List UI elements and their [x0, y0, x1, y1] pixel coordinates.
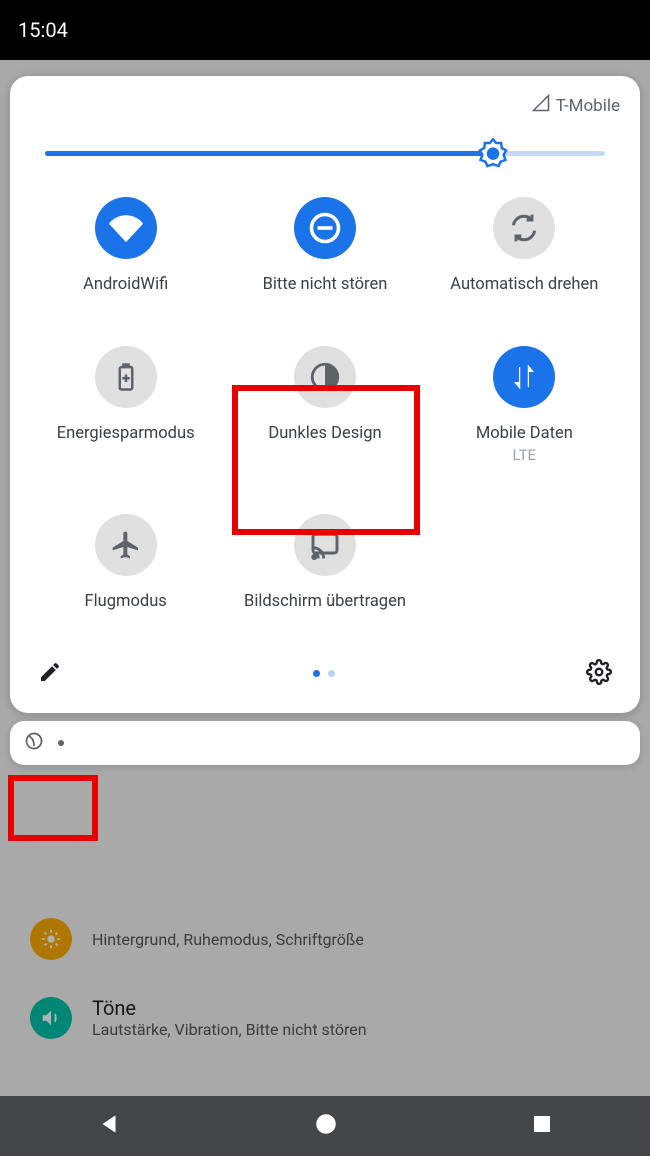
edit-button[interactable]	[32, 654, 68, 694]
bg-subtitle: Lautstärke, Vibration, Bitte nicht störe…	[92, 1020, 367, 1039]
page-dot	[328, 670, 335, 677]
tile-label: Flugmodus	[85, 592, 167, 613]
tile-airplane[interactable]: Flugmodus	[26, 508, 225, 619]
notification-dot-icon	[58, 740, 64, 746]
airplane-icon[interactable]	[95, 514, 157, 576]
bg-title: Töne	[92, 996, 367, 1020]
tile-wifi[interactable]: AndroidWifi	[26, 191, 225, 302]
carrier-label: T-Mobile	[556, 96, 620, 116]
navigation-bar	[0, 1096, 650, 1156]
status-time: 15:04	[18, 18, 68, 42]
bg-list-item: Töne Lautstärke, Vibration, Bitte nicht …	[0, 978, 650, 1057]
tile-label: Energiesparmodus	[57, 424, 195, 445]
wifi-icon[interactable]	[95, 197, 157, 259]
status-bar: 15:04	[0, 0, 650, 60]
tile-label: Dunkles Design	[268, 424, 381, 445]
tile-cast[interactable]: Bildschirm übertragen	[225, 508, 424, 619]
back-button[interactable]	[96, 1111, 122, 1141]
page-dot	[313, 670, 320, 677]
home-button[interactable]	[313, 1111, 339, 1141]
display-settings-icon	[30, 918, 72, 960]
darkmode-icon[interactable]	[294, 346, 356, 408]
android-system-icon	[24, 731, 44, 755]
sound-settings-icon	[30, 997, 72, 1039]
battery-icon[interactable]	[95, 346, 157, 408]
mobiledata-icon[interactable]	[493, 346, 555, 408]
rotate-icon[interactable]	[493, 197, 555, 259]
tile-label: Mobile Daten	[476, 424, 573, 445]
highlight-edit	[8, 775, 98, 841]
tile-label: AndroidWifi	[83, 275, 168, 296]
panel-footer	[10, 643, 640, 703]
brightness-thumb-icon[interactable]	[478, 138, 508, 168]
cast-icon[interactable]	[294, 514, 356, 576]
tile-rotate[interactable]: Automatisch drehen	[425, 191, 624, 302]
page-indicator	[313, 670, 335, 677]
bg-list-item: Hintergrund, Ruhemodus, Schriftgröße	[0, 900, 650, 978]
dnd-icon[interactable]	[294, 197, 356, 259]
tile-battery[interactable]: Energiesparmodus	[26, 340, 225, 471]
recent-button[interactable]	[530, 1112, 554, 1140]
notification-row[interactable]	[10, 721, 640, 765]
signal-icon	[532, 94, 550, 117]
tile-label: Automatisch drehen	[450, 275, 598, 296]
brightness-track	[45, 151, 605, 156]
tile-darkmode[interactable]: Dunkles Design	[225, 340, 424, 471]
brightness-fill	[45, 151, 493, 156]
bg-subtitle: Hintergrund, Ruhemodus, Schriftgröße	[92, 930, 364, 949]
brightness-slider[interactable]	[10, 137, 640, 181]
panel-header: T-Mobile	[10, 94, 640, 137]
tile-mobiledata[interactable]: Mobile DatenLTE	[425, 340, 624, 471]
tile-label: Bitte nicht stören	[263, 275, 388, 296]
tile-label: Bildschirm übertragen	[244, 592, 406, 613]
settings-button[interactable]	[580, 653, 618, 695]
tile-dnd[interactable]: Bitte nicht stören	[225, 191, 424, 302]
tiles-grid: AndroidWifi Bitte nicht stören Automatisch…	[10, 181, 640, 633]
quick-settings-panel: T-Mobile AndroidWifi Bitte nicht stören Au…	[10, 76, 640, 713]
tile-sublabel: LTE	[513, 446, 537, 464]
